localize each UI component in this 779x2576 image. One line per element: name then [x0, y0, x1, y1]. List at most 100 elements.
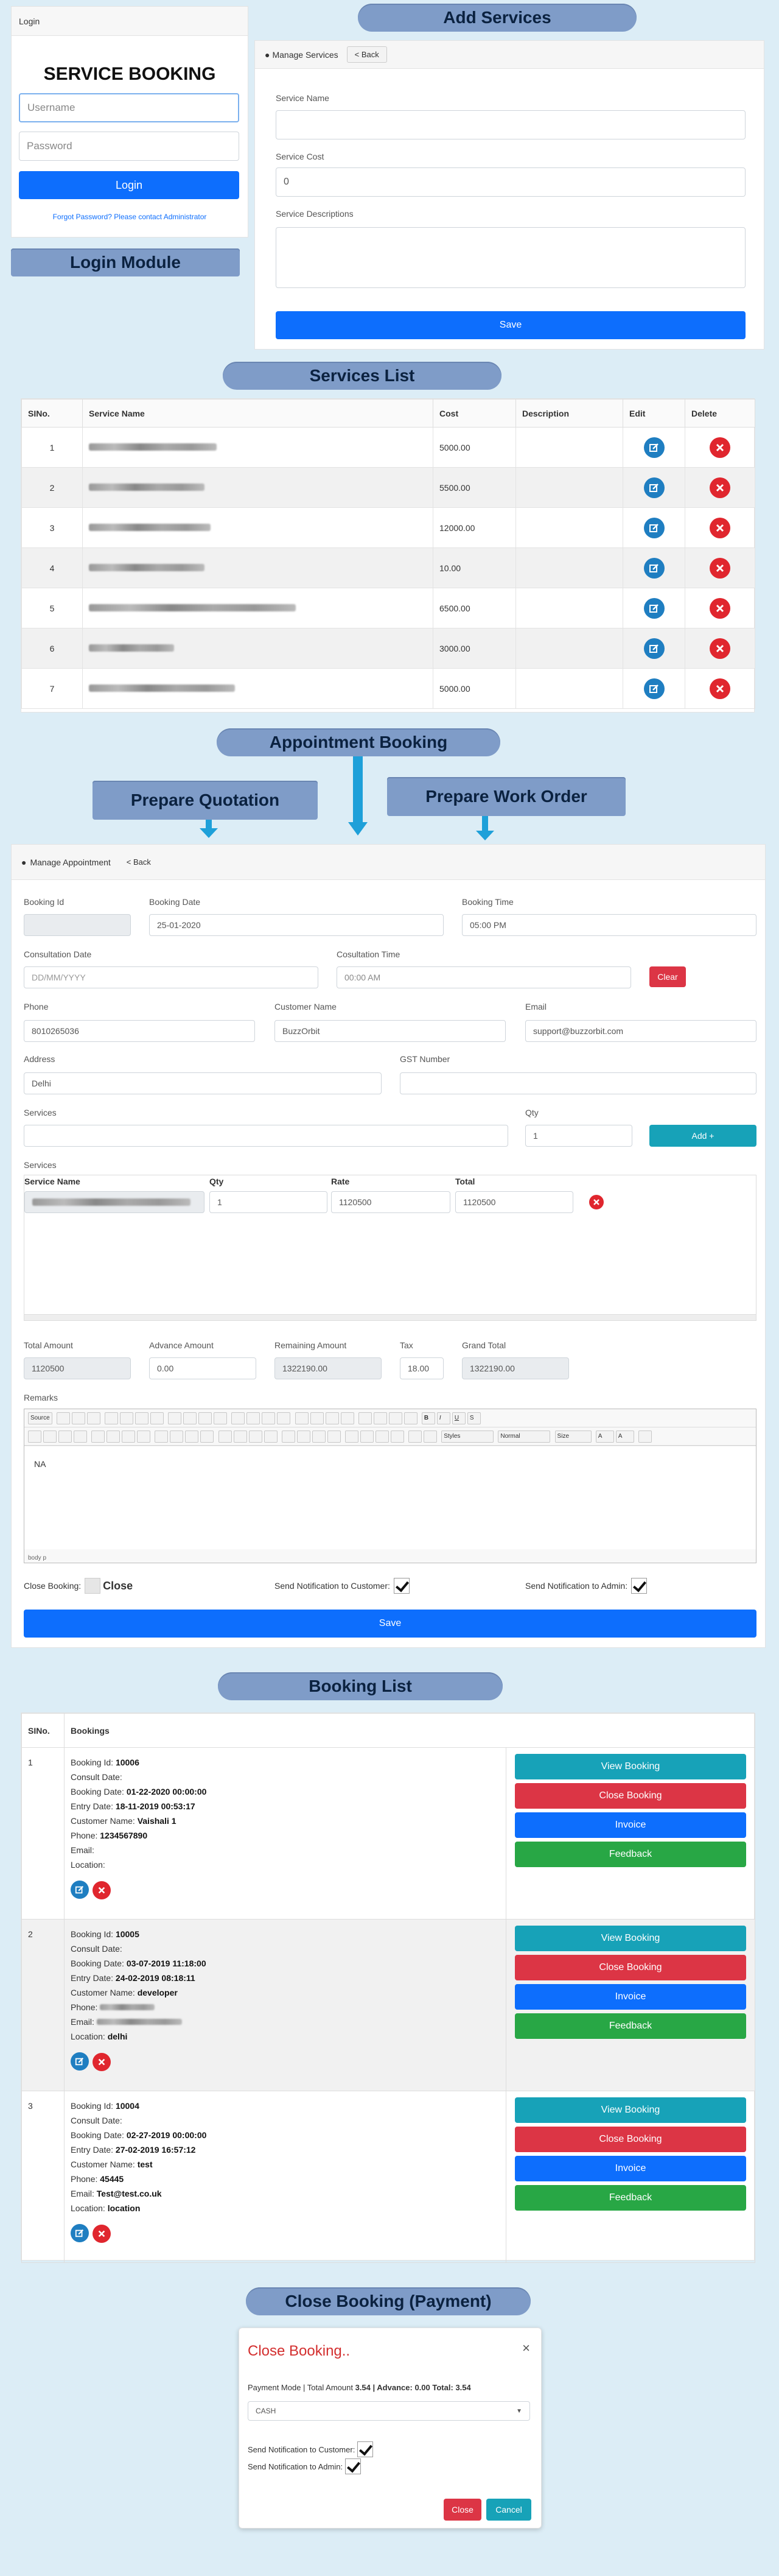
- payment-mode-select[interactable]: CASH ▼: [248, 2401, 530, 2421]
- editor-tool-icon[interactable]: [408, 1431, 422, 1443]
- booking-time-input[interactable]: 05:00 PM: [462, 914, 756, 936]
- editor-tool-icon[interactable]: [358, 1412, 372, 1424]
- notify-admin-checkbox[interactable]: [631, 1578, 648, 1594]
- editor-source-button[interactable]: Source: [28, 1412, 52, 1424]
- editor-tool-icon[interactable]: [325, 1412, 339, 1424]
- editor-tool-icon[interactable]: [262, 1412, 276, 1424]
- close-booking-button[interactable]: Close Booking: [515, 2127, 746, 2152]
- editor-bg-color-icon[interactable]: A: [615, 1431, 634, 1443]
- editor-tool-icon[interactable]: [248, 1431, 262, 1443]
- feedback-button[interactable]: Feedback: [515, 1842, 746, 1867]
- username-input[interactable]: Username: [19, 93, 239, 122]
- feedback-button[interactable]: Feedback: [515, 2185, 746, 2211]
- editor-tool-icon[interactable]: [424, 1431, 438, 1443]
- modal-close-icon[interactable]: ×: [522, 2340, 530, 2356]
- consult-date-input[interactable]: DD/MM/YYYY: [24, 966, 318, 988]
- editor-strike-icon[interactable]: S: [467, 1412, 481, 1424]
- editor-tool-icon[interactable]: [105, 1412, 119, 1424]
- edit-icon[interactable]: [71, 1881, 89, 1899]
- close-booking-checkbox[interactable]: [85, 1578, 101, 1594]
- editor-tool-icon[interactable]: [107, 1431, 121, 1443]
- save-service-button[interactable]: Save: [276, 311, 746, 339]
- grand-total-input[interactable]: 1322190.00: [462, 1357, 569, 1379]
- editor-underline-icon[interactable]: U: [452, 1412, 466, 1424]
- editor-tool-icon[interactable]: [327, 1431, 341, 1443]
- grid-qty-input[interactable]: 1: [209, 1191, 327, 1213]
- editor-bold-icon[interactable]: B: [421, 1412, 435, 1424]
- editor-tool-icon[interactable]: [403, 1412, 417, 1424]
- editor-italic-icon[interactable]: I: [436, 1412, 450, 1424]
- editor-tool-icon[interactable]: [388, 1412, 402, 1424]
- editor-size-select[interactable]: Size: [554, 1431, 592, 1443]
- editor-tool-icon[interactable]: [277, 1412, 291, 1424]
- back-button[interactable]: < Back: [119, 854, 158, 870]
- grid-total-input[interactable]: 1120500: [455, 1191, 573, 1213]
- editor-tool-icon[interactable]: [122, 1431, 136, 1443]
- editor-tool-icon[interactable]: [198, 1412, 212, 1424]
- total-amount-input[interactable]: 1120500: [24, 1357, 131, 1379]
- editor-tool-icon[interactable]: [86, 1412, 100, 1424]
- editor-tool-icon[interactable]: [150, 1412, 164, 1424]
- editor-tool-icon[interactable]: [71, 1412, 85, 1424]
- editor-tool-icon[interactable]: [56, 1412, 70, 1424]
- editor-tool-icon[interactable]: [200, 1431, 214, 1443]
- edit-icon[interactable]: [71, 2052, 89, 2071]
- add-service-button[interactable]: Add +: [649, 1125, 756, 1147]
- editor-tool-icon[interactable]: [135, 1412, 149, 1424]
- editor-tool-icon[interactable]: [170, 1431, 184, 1443]
- notify-customer-checkbox[interactable]: [393, 1578, 410, 1594]
- editor-styles-select[interactable]: Styles: [441, 1431, 494, 1443]
- grid-rate-input[interactable]: 1120500: [331, 1191, 450, 1213]
- editor-tool-icon[interactable]: [310, 1412, 324, 1424]
- delete-icon[interactable]: [710, 557, 730, 579]
- modal-notify-customer-checkbox[interactable]: [357, 2441, 374, 2457]
- edit-icon[interactable]: [643, 638, 665, 659]
- view-booking-button[interactable]: View Booking: [515, 2097, 746, 2123]
- delete-icon[interactable]: [93, 1881, 111, 1899]
- gst-input[interactable]: [400, 1072, 756, 1094]
- advance-amount-input[interactable]: 0.00: [149, 1357, 256, 1379]
- editor-tool-icon[interactable]: [185, 1431, 199, 1443]
- booking-id-input[interactable]: [24, 914, 131, 936]
- editor-tool-icon[interactable]: [214, 1412, 228, 1424]
- delete-icon[interactable]: [710, 597, 730, 619]
- forgot-password-link[interactable]: Forgot Password? Please contact Administ…: [12, 213, 248, 221]
- grid-service-name-input[interactable]: [24, 1191, 204, 1213]
- service-desc-textarea[interactable]: [276, 227, 746, 288]
- grid-scrollbar[interactable]: [24, 1314, 756, 1320]
- editor-maximize-icon[interactable]: [638, 1431, 652, 1443]
- login-button[interactable]: Login: [19, 171, 239, 199]
- editor-tool-icon[interactable]: [296, 1431, 310, 1443]
- modal-close-button[interactable]: Close: [444, 2499, 481, 2521]
- editor-tool-icon[interactable]: [246, 1412, 260, 1424]
- editor-tool-icon[interactable]: [168, 1412, 182, 1424]
- editor-tool-icon[interactable]: [340, 1412, 354, 1424]
- edit-icon[interactable]: [71, 2224, 89, 2242]
- remaining-amount-input[interactable]: 1322190.00: [274, 1357, 382, 1379]
- editor-tool-icon[interactable]: [281, 1431, 295, 1443]
- editor-tool-icon[interactable]: [264, 1431, 278, 1443]
- edit-icon[interactable]: [643, 437, 665, 458]
- editor-tool-icon[interactable]: [58, 1431, 72, 1443]
- editor-tool-icon[interactable]: [155, 1431, 169, 1443]
- consult-time-input[interactable]: 00:00 AM: [337, 966, 631, 988]
- phone-input[interactable]: 8010265036: [24, 1020, 255, 1042]
- editor-tool-icon[interactable]: [137, 1431, 151, 1443]
- editor-tool-icon[interactable]: [120, 1412, 134, 1424]
- close-booking-button[interactable]: Close Booking: [515, 1955, 746, 1980]
- edit-icon[interactable]: [643, 597, 665, 619]
- tax-input[interactable]: 18.00: [400, 1357, 444, 1379]
- editor-tool-icon[interactable]: [28, 1431, 41, 1443]
- save-appointment-button[interactable]: Save: [24, 1610, 756, 1638]
- delete-icon[interactable]: [710, 678, 730, 699]
- view-booking-button[interactable]: View Booking: [515, 1926, 746, 1951]
- editor-tool-icon[interactable]: [344, 1431, 358, 1443]
- service-cost-input[interactable]: 0: [276, 167, 746, 197]
- editor-tool-icon[interactable]: [360, 1431, 374, 1443]
- editor-tool-icon[interactable]: [91, 1431, 105, 1443]
- feedback-button[interactable]: Feedback: [515, 2013, 746, 2039]
- delete-icon[interactable]: [710, 638, 730, 659]
- editor-tool-icon[interactable]: [183, 1412, 197, 1424]
- invoice-button[interactable]: Invoice: [515, 1984, 746, 2010]
- close-booking-button[interactable]: Close Booking: [515, 1783, 746, 1809]
